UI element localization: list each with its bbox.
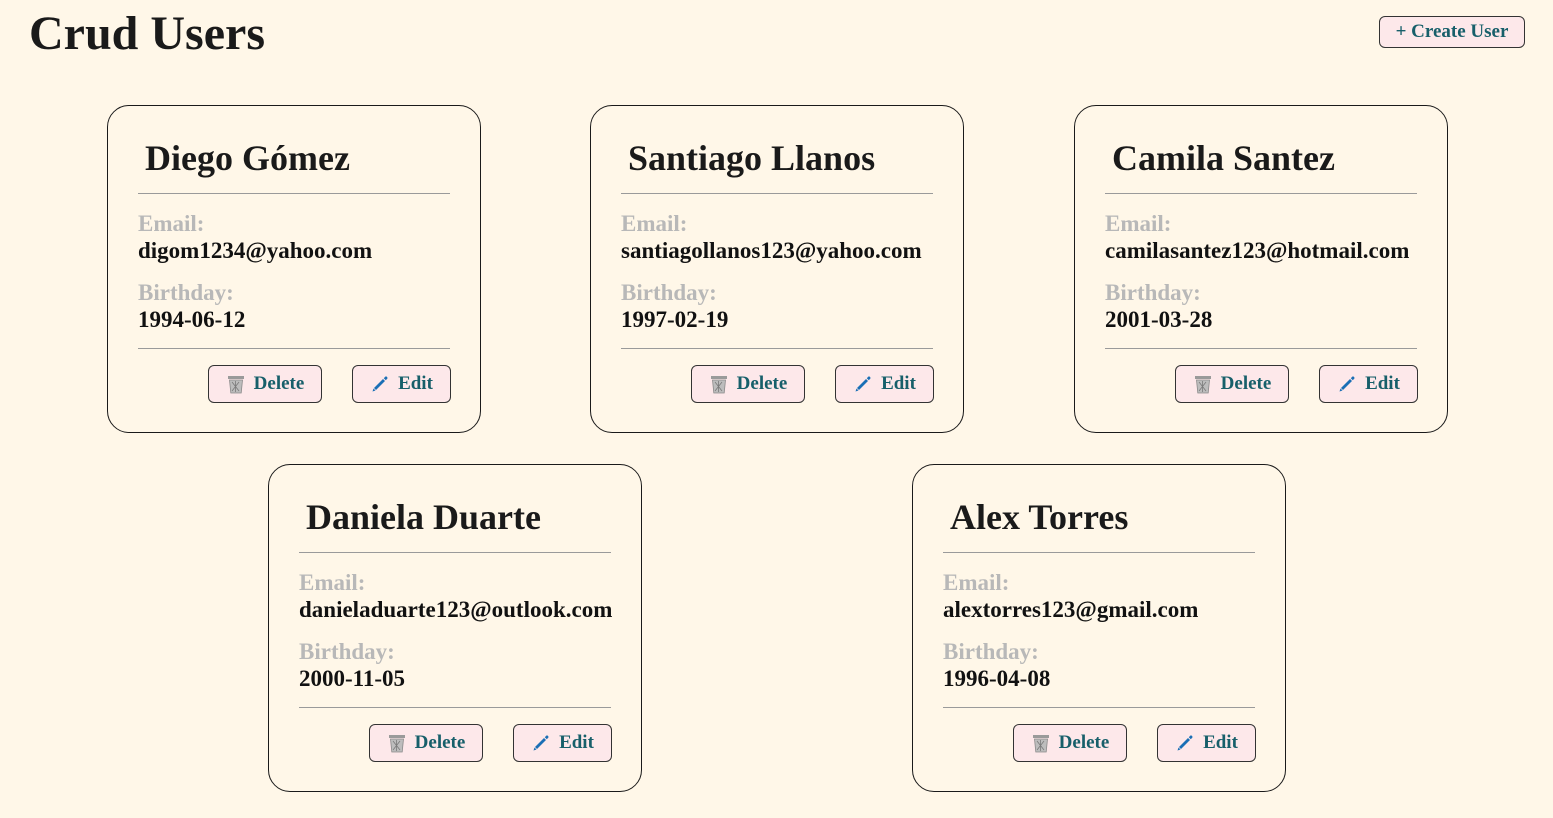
trash-can-icon bbox=[709, 373, 729, 395]
user-card-grid: Diego Gómez Email: digom1234@yahoo.com B… bbox=[0, 0, 1553, 818]
edit-label: Edit bbox=[1203, 732, 1238, 753]
delete-button[interactable]: Delete bbox=[369, 724, 483, 762]
delete-label: Delete bbox=[1220, 373, 1272, 394]
pencil-icon bbox=[1337, 373, 1357, 395]
birthday-label: Birthday: bbox=[1105, 280, 1201, 305]
birthday-label: Birthday: bbox=[943, 639, 1039, 664]
divider bbox=[943, 707, 1255, 708]
birthday-value: 1994-06-12 bbox=[138, 307, 246, 332]
delete-label: Delete bbox=[1058, 732, 1110, 753]
delete-label: Delete bbox=[253, 373, 305, 394]
edit-button[interactable]: Edit bbox=[352, 365, 451, 403]
birthday-label: Birthday: bbox=[299, 639, 395, 664]
user-name: Alex Torres bbox=[950, 497, 1129, 537]
user-card: Camila Santez Email: camilasantez123@hot… bbox=[1074, 105, 1448, 433]
divider bbox=[299, 552, 611, 553]
user-name: Daniela Duarte bbox=[306, 497, 541, 537]
birthday-label: Birthday: bbox=[621, 280, 717, 305]
edit-label: Edit bbox=[881, 373, 916, 394]
email-label: Email: bbox=[621, 211, 688, 236]
delete-label: Delete bbox=[736, 373, 788, 394]
divider bbox=[138, 193, 450, 194]
email-label: Email: bbox=[138, 211, 205, 236]
trash-can-icon bbox=[387, 732, 407, 754]
birthday-value: 2000-11-05 bbox=[299, 666, 406, 691]
delete-button[interactable]: Delete bbox=[208, 365, 322, 403]
email-value: santiagollanos123@yahoo.com bbox=[621, 238, 922, 263]
trash-can-icon bbox=[1193, 373, 1213, 395]
birthday-label: Birthday: bbox=[138, 280, 234, 305]
edit-label: Edit bbox=[1365, 373, 1400, 394]
delete-label: Delete bbox=[414, 732, 466, 753]
edit-label: Edit bbox=[559, 732, 594, 753]
email-value: danieladuarte123@outlook.com bbox=[299, 597, 613, 622]
user-name: Diego Gómez bbox=[145, 138, 350, 178]
user-name: Santiago Llanos bbox=[628, 138, 876, 178]
edit-label: Edit bbox=[398, 373, 433, 394]
birthday-value: 2001-03-28 bbox=[1105, 307, 1213, 332]
divider bbox=[299, 707, 611, 708]
pencil-icon bbox=[853, 373, 873, 395]
birthday-value: 1996-04-08 bbox=[943, 666, 1051, 691]
email-label: Email: bbox=[1105, 211, 1172, 236]
edit-button[interactable]: Edit bbox=[835, 365, 934, 403]
pencil-icon bbox=[370, 373, 390, 395]
edit-button[interactable]: Edit bbox=[1157, 724, 1256, 762]
divider bbox=[621, 348, 933, 349]
email-value: camilasantez123@hotmail.com bbox=[1105, 238, 1410, 263]
pencil-icon bbox=[531, 732, 551, 754]
trash-can-icon bbox=[1031, 732, 1051, 754]
divider bbox=[621, 193, 933, 194]
divider bbox=[138, 348, 450, 349]
user-card: Alex Torres Email: alextorres123@gmail.c… bbox=[912, 464, 1286, 792]
delete-button[interactable]: Delete bbox=[1175, 365, 1289, 403]
divider bbox=[1105, 193, 1417, 194]
edit-button[interactable]: Edit bbox=[513, 724, 612, 762]
email-label: Email: bbox=[299, 570, 366, 595]
user-card: Santiago Llanos Email: santiagollanos123… bbox=[590, 105, 964, 433]
email-label: Email: bbox=[943, 570, 1010, 595]
divider bbox=[1105, 348, 1417, 349]
user-name: Camila Santez bbox=[1112, 138, 1335, 178]
user-card: Diego Gómez Email: digom1234@yahoo.com B… bbox=[107, 105, 481, 433]
email-value: alextorres123@gmail.com bbox=[943, 597, 1199, 622]
edit-button[interactable]: Edit bbox=[1319, 365, 1418, 403]
trash-can-icon bbox=[226, 373, 246, 395]
user-card: Daniela Duarte Email: danieladuarte123@o… bbox=[268, 464, 642, 792]
delete-button[interactable]: Delete bbox=[1013, 724, 1127, 762]
email-value: digom1234@yahoo.com bbox=[138, 238, 373, 263]
birthday-value: 1997-02-19 bbox=[621, 307, 729, 332]
divider bbox=[943, 552, 1255, 553]
delete-button[interactable]: Delete bbox=[691, 365, 805, 403]
pencil-icon bbox=[1175, 732, 1195, 754]
